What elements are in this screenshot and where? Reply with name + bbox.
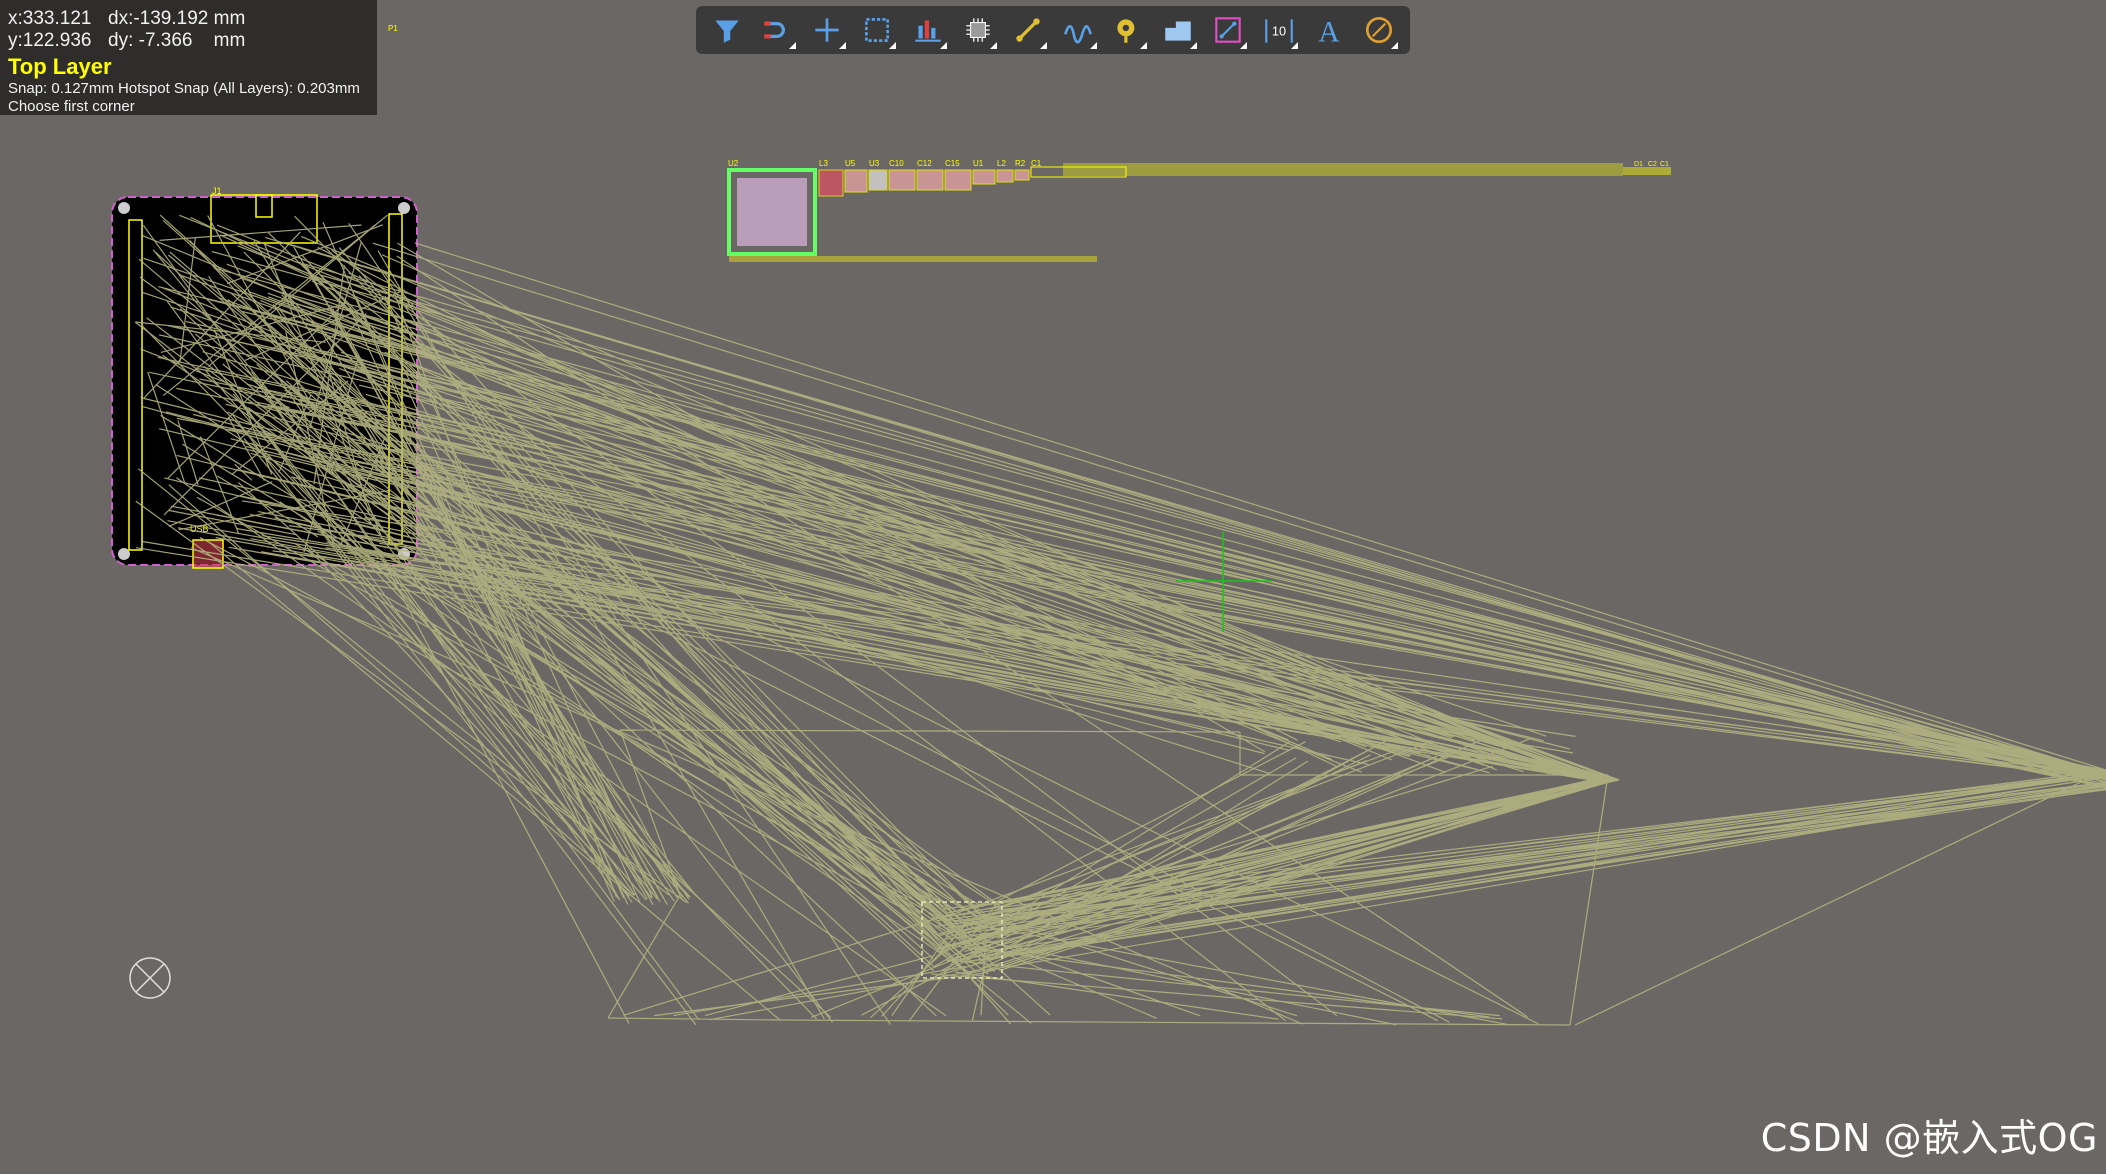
- component-label: C12: [917, 159, 932, 168]
- text-button[interactable]: A: [1308, 9, 1350, 51]
- mounting-hole: [118, 202, 130, 214]
- component-label: D1: [1634, 161, 1643, 168]
- active-bar: 10 A: [696, 6, 1410, 54]
- text-string-icon: A: [1318, 16, 1340, 47]
- pcb-canvas[interactable]: J1 USB P1 U2 L3 U5 U3 C10 C12 C15 U1 L2 R2 C1 D1 C2…: [0, 0, 2106, 1174]
- component-label: C10: [889, 159, 904, 168]
- component-label: U1: [973, 159, 984, 168]
- component-button[interactable]: [957, 9, 999, 51]
- component-label: C1: [1660, 161, 1669, 168]
- component-label: C15: [945, 159, 960, 168]
- align-button[interactable]: [907, 9, 949, 51]
- filter-button[interactable]: [706, 9, 748, 51]
- dx-coordinate: dx:-139.192 mm: [108, 8, 246, 29]
- dimension-button[interactable]: 10: [1258, 9, 1300, 51]
- svg-text:10: 10: [1271, 23, 1285, 38]
- hint-text: Choose first corner: [8, 98, 135, 115]
- component-label: L2: [997, 159, 1006, 168]
- select-button[interactable]: [856, 9, 898, 51]
- connector-label: J1: [212, 186, 222, 196]
- component-label: R2: [1015, 159, 1026, 168]
- component-label: L3: [819, 159, 828, 168]
- watermark: CSDN @嵌入式OG: [1760, 1116, 2098, 1160]
- ratsnest: [135, 214, 2106, 1026]
- coordinate-hud: x:333.121 dx:-139.192 mm y:122.936 dy: -7.…: [0, 0, 377, 115]
- polygon-button[interactable]: [1157, 9, 1199, 51]
- via-button[interactable]: [1107, 9, 1149, 51]
- diff-pair-button[interactable]: [1057, 9, 1099, 51]
- component-label: C2: [1648, 161, 1657, 168]
- y-coordinate: y:122.936: [8, 30, 92, 51]
- snap-button[interactable]: [756, 9, 798, 51]
- page-marker: P1: [388, 24, 398, 33]
- mounting-hole: [118, 548, 130, 560]
- dy-coordinate: dy: -7.366 mm: [108, 30, 246, 51]
- snap-info: Snap: 0.127mm Hotspot Snap (All Layers):…: [8, 80, 360, 97]
- component-label: U5: [845, 159, 856, 168]
- u2-label: U2: [728, 159, 739, 168]
- mounting-hole: [398, 202, 410, 214]
- origin-marker-icon: [129, 957, 171, 999]
- arc-button[interactable]: [1358, 9, 1400, 51]
- crosshair-button[interactable]: [806, 9, 848, 51]
- current-layer: Top Layer: [8, 54, 112, 79]
- component-area[interactable]: [727, 163, 1671, 262]
- keepout-button[interactable]: [1207, 9, 1249, 51]
- component-label: C1: [1031, 159, 1042, 168]
- filter-icon: [715, 20, 739, 43]
- component-label: U3: [869, 159, 880, 168]
- route-button[interactable]: [1007, 9, 1049, 51]
- svg-text:A: A: [1318, 16, 1340, 47]
- x-coordinate: x:333.121: [8, 8, 92, 29]
